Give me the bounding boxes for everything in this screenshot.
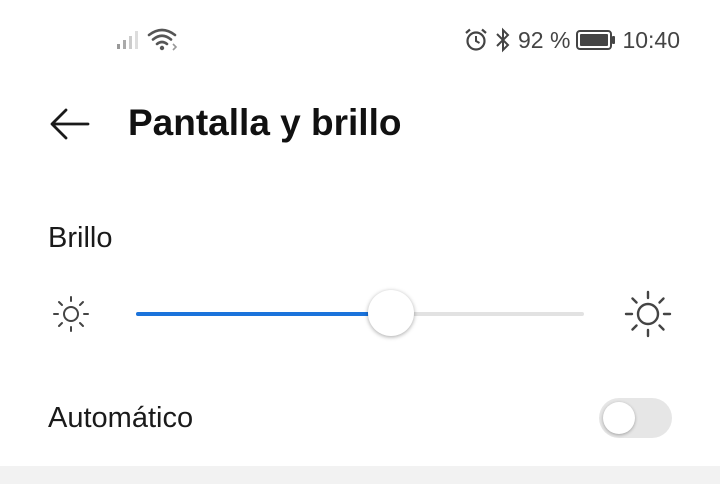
bluetooth-icon: [496, 27, 510, 53]
brightness-label: Brillo: [48, 222, 113, 254]
battery-icon: [576, 30, 616, 50]
automatic-label: Automático: [48, 402, 194, 434]
sun-small-icon: [53, 296, 89, 332]
slider-thumb[interactable]: [368, 290, 415, 336]
alarm-icon: [465, 28, 487, 51]
brightness-slider[interactable]: [136, 290, 584, 336]
back-arrow-icon[interactable]: [48, 104, 92, 144]
clock: 10:40: [622, 27, 680, 53]
signal-icon: [117, 31, 138, 49]
automatic-toggle[interactable]: [599, 398, 672, 438]
slider-fill: [136, 312, 392, 316]
sun-large-icon: [624, 290, 672, 338]
section-divider: [0, 466, 720, 484]
wifi-icon: [147, 28, 178, 51]
battery-percent: 92 %: [518, 27, 571, 53]
page-title: Pantalla y brillo: [128, 102, 402, 143]
status-bar: 92 % 10:40: [0, 0, 720, 80]
toggle-knob: [603, 402, 635, 434]
